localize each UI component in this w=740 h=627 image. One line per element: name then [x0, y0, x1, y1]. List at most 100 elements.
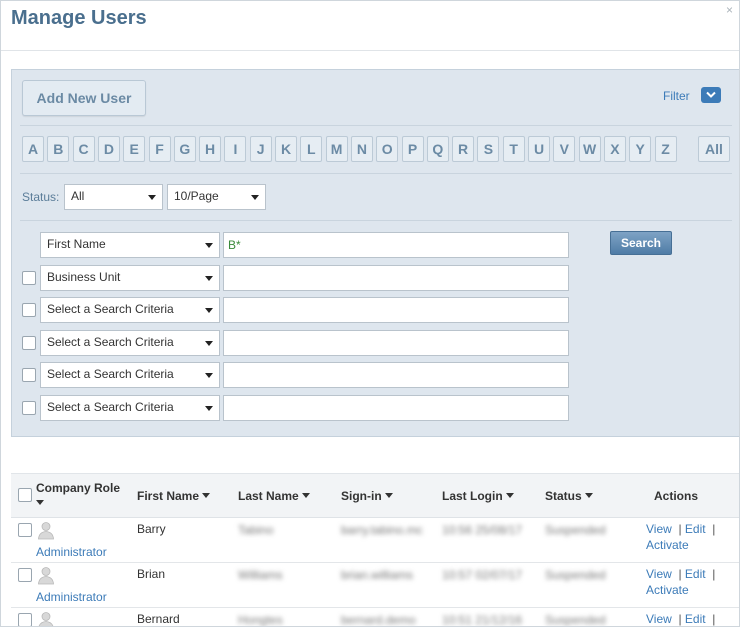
criteria-field-select[interactable]: Select a Search Criteria — [40, 329, 220, 356]
close-icon[interactable]: × — [726, 3, 733, 17]
criteria-value-input[interactable]: B* — [223, 232, 569, 258]
last-login-cell: 10:56 25/08/17 — [442, 523, 523, 537]
header-company-role[interactable]: Company Role — [36, 481, 120, 495]
header-last-name-label: Last Name — [238, 489, 299, 503]
header-sign-in-label: Sign-in — [341, 489, 382, 503]
chevron-down-icon — [706, 91, 716, 98]
view-link[interactable]: View — [646, 567, 672, 581]
criteria-value-input[interactable] — [223, 297, 569, 324]
criteria-checkbox[interactable] — [22, 303, 36, 318]
letter-button-u[interactable]: U — [528, 136, 550, 162]
letter-button-o[interactable]: O — [376, 136, 399, 162]
letter-button-l[interactable]: L — [300, 136, 323, 162]
letter-button-x[interactable]: X — [603, 136, 626, 162]
letter-button-v[interactable]: V — [553, 136, 576, 162]
criteria-value-input[interactable] — [223, 264, 569, 291]
actions-cell: View | Edit | — [646, 522, 715, 536]
company-role-link[interactable]: Administrator — [36, 590, 107, 604]
letter-button-h[interactable]: H — [199, 136, 222, 162]
status-select-value: All — [71, 189, 85, 203]
edit-link[interactable]: Edit — [685, 612, 706, 626]
row-checkbox[interactable] — [18, 523, 32, 537]
letter-button-j[interactable]: J — [249, 136, 272, 162]
header-sign-in[interactable]: Sign-in — [341, 489, 393, 503]
letter-all-button[interactable]: All — [698, 136, 730, 162]
last-login-cell: 10:57 02/07/17 — [442, 568, 523, 582]
manage-users-window: Manage Users × Add New User Filter ABCDE… — [0, 0, 740, 627]
header-last-name[interactable]: Last Name — [238, 489, 310, 503]
search-button[interactable]: Search — [610, 231, 672, 255]
last-name-cell: Hongtes — [238, 613, 283, 627]
activate-link[interactable]: Activate — [646, 583, 689, 597]
letter-button-p[interactable]: P — [401, 136, 424, 162]
criteria-field-select[interactable]: First Name — [40, 232, 220, 258]
letter-button-f[interactable]: F — [148, 136, 171, 162]
criteria-checkbox[interactable] — [22, 270, 36, 285]
filter-toggle-button[interactable] — [701, 87, 721, 103]
page-title: Manage Users — [11, 7, 147, 29]
criteria-value-input[interactable] — [223, 362, 569, 389]
add-new-user-button[interactable]: Add New User — [22, 80, 146, 116]
letter-button-r[interactable]: R — [452, 136, 475, 162]
letter-button-t[interactable]: T — [502, 136, 525, 162]
last-name-cell: Tabino — [238, 523, 274, 537]
letter-button-g[interactable]: G — [173, 136, 196, 162]
criteria-field-select[interactable]: Select a Search Criteria — [40, 395, 220, 421]
letter-button-s[interactable]: S — [477, 136, 500, 162]
panel-divider — [20, 220, 732, 221]
table-row: Administrator Brian Williams brian.williams… — [11, 563, 739, 608]
header-last-login-label: Last Login — [442, 489, 503, 503]
row-checkbox[interactable] — [18, 613, 32, 626]
header-last-login[interactable]: Last Login — [442, 489, 514, 503]
edit-link[interactable]: Edit — [685, 567, 706, 581]
header-actions: Actions — [654, 489, 699, 503]
header-status-label: Status — [545, 489, 582, 503]
user-avatar-icon — [36, 565, 56, 585]
row-checkbox[interactable] — [18, 568, 32, 582]
letter-button-w[interactable]: W — [578, 136, 601, 162]
activate-link[interactable]: Activate — [646, 538, 689, 552]
letter-button-q[interactable]: Q — [426, 136, 449, 162]
letter-button-a[interactable]: A — [22, 136, 44, 162]
letter-button-e[interactable]: E — [123, 136, 146, 162]
status-select[interactable]: All — [64, 184, 163, 210]
criteria-field-value: Select a Search Criteria — [47, 400, 174, 414]
criteria-value-input[interactable] — [223, 395, 569, 421]
status-label: Status: — [22, 190, 60, 204]
view-link[interactable]: View — [646, 522, 672, 536]
sort-caret-icon — [202, 493, 211, 498]
actions-cell: View | Edit | — [646, 612, 715, 626]
criteria-checkbox[interactable] — [22, 335, 36, 350]
criteria-field-select[interactable]: Select a Search Criteria — [40, 362, 220, 389]
criteria-value-input[interactable] — [223, 329, 569, 356]
page-size-select[interactable]: 10/Page — [167, 184, 266, 210]
letter-button-y[interactable]: Y — [629, 136, 652, 162]
letter-button-i[interactable]: I — [224, 136, 247, 162]
status-cell: Suspended — [545, 523, 606, 537]
sort-caret-icon[interactable] — [36, 500, 44, 505]
action-separator: | — [705, 567, 716, 581]
criteria-field-value: Business Unit — [47, 269, 121, 284]
letter-button-k[interactable]: K — [275, 136, 297, 162]
view-link[interactable]: View — [646, 612, 672, 626]
letter-button-z[interactable]: Z — [654, 136, 677, 162]
title-divider — [1, 50, 739, 51]
letter-button-b[interactable]: B — [47, 136, 70, 162]
criteria-field-select[interactable]: Business Unit — [40, 264, 220, 291]
edit-link[interactable]: Edit — [685, 522, 706, 536]
filter-label[interactable]: Filter — [663, 89, 690, 103]
company-role-link[interactable]: Administrator — [36, 545, 107, 559]
action-separator: | — [671, 567, 685, 581]
criteria-checkbox[interactable] — [22, 401, 36, 415]
select-all-checkbox[interactable] — [18, 488, 32, 502]
letter-button-d[interactable]: D — [97, 136, 120, 162]
header-first-name[interactable]: First Name — [137, 489, 211, 503]
sort-caret-icon — [505, 493, 514, 498]
criteria-field-select[interactable]: Select a Search Criteria — [40, 297, 220, 324]
header-status[interactable]: Status — [545, 489, 593, 503]
letter-button-n[interactable]: N — [350, 136, 373, 162]
last-login-cell: 10:51 21/12/16 — [442, 613, 523, 627]
letter-button-m[interactable]: M — [325, 136, 348, 162]
criteria-checkbox[interactable] — [22, 368, 36, 383]
letter-button-c[interactable]: C — [72, 136, 95, 162]
